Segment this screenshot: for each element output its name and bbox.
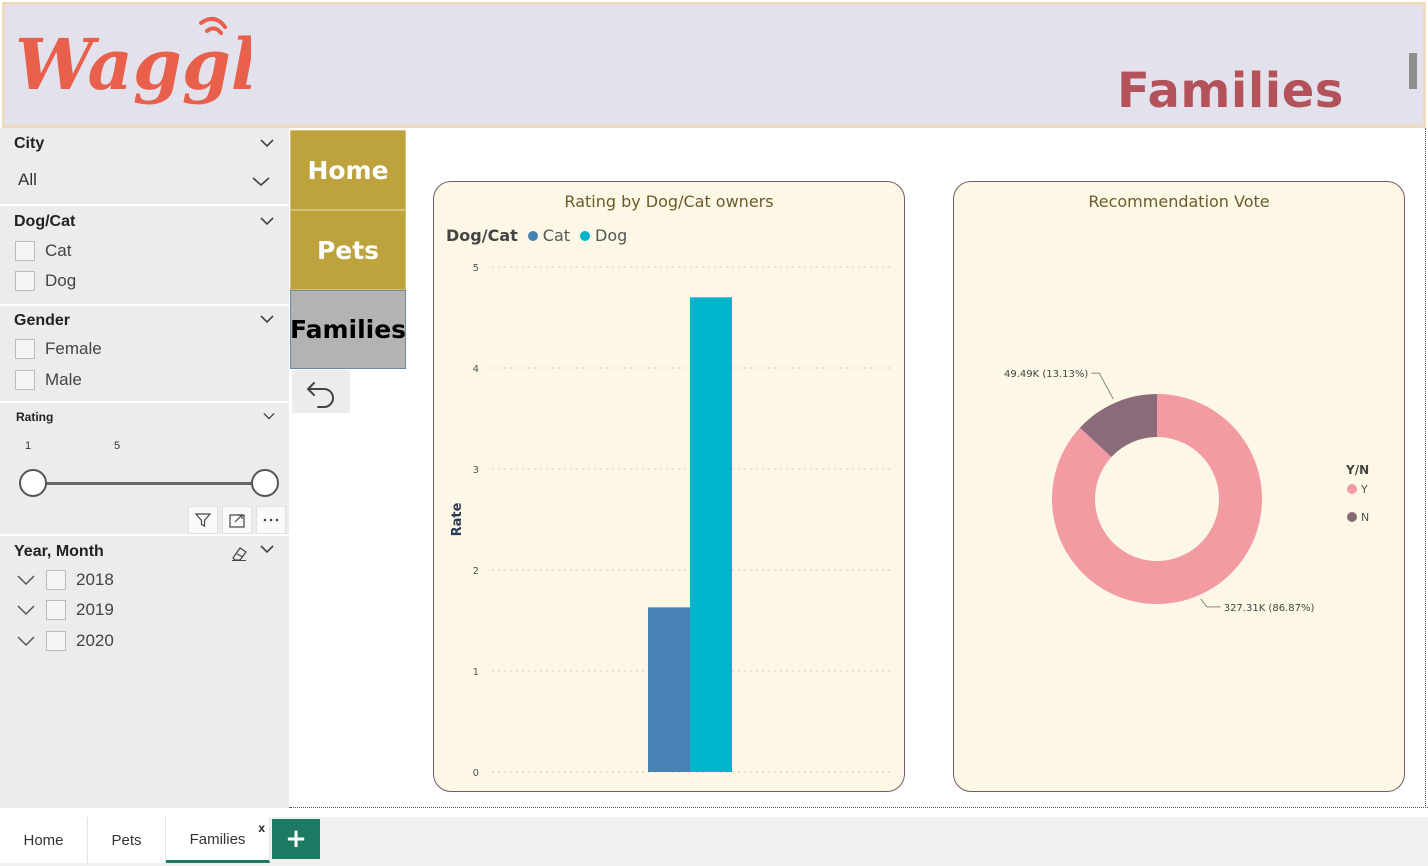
gender-slicer-title: Gender (14, 312, 71, 329)
y-tick-label: 0 (473, 768, 479, 779)
legend-label-n: N (1361, 511, 1369, 524)
checkbox[interactable] (46, 600, 66, 620)
logo-text: Waggle (15, 23, 251, 106)
waggle-logo: Waggle (15, 16, 251, 106)
city-dropdown-value[interactable]: All (18, 170, 37, 190)
dogcat-option-dog[interactable]: Dog (15, 270, 76, 292)
back-button[interactable] (292, 370, 350, 413)
chevron-down-icon[interactable] (263, 410, 275, 422)
y-tick-label: 4 (473, 364, 479, 375)
y-tick-label: 2 (473, 566, 479, 577)
nav-families-button[interactable]: Families (290, 290, 406, 369)
bar-cat (648, 607, 690, 772)
dogcat-option-cat[interactable]: Cat (15, 240, 71, 262)
chevron-down-icon[interactable] (260, 214, 274, 228)
checkbox[interactable] (15, 370, 35, 390)
chevron-down-icon[interactable] (260, 136, 274, 150)
checkbox[interactable] (15, 241, 35, 261)
nav-pets-button[interactable]: Pets (290, 210, 406, 290)
city-slicer-title: City (14, 135, 45, 152)
donut-chart-plot: 327.31K (86.87%) 49.49K (13.13%) Y/N Y N (1004, 369, 1369, 614)
expand-chevron-icon[interactable] (16, 570, 36, 590)
dogcat-slicer-title: Dog/Cat (14, 213, 76, 230)
chevron-down-icon[interactable] (260, 542, 274, 556)
donut-legend-title: Y/N (1345, 463, 1369, 477)
header-scrollbar[interactable] (1409, 53, 1417, 89)
gender-option-male[interactable]: Male (15, 369, 82, 391)
year-2020[interactable]: 2020 (16, 629, 114, 653)
rating-min-value: 1 (25, 440, 32, 452)
year-2018[interactable]: 2018 (16, 568, 114, 592)
eraser-icon[interactable] (229, 544, 249, 562)
checkbox[interactable] (46, 631, 66, 651)
focus-mode-icon[interactable] (222, 506, 252, 534)
legend-dot-y (1347, 484, 1357, 494)
tab-home[interactable]: Home (0, 817, 88, 863)
report-canvas: Waggle Families City All Dog/Cat (0, 0, 1428, 866)
page-tab-bar: Home Pets Families x + (0, 817, 1428, 866)
dogcat-slicer: Dog/Cat Cat Dog (0, 206, 289, 306)
page-title: Families (1117, 63, 1344, 119)
city-dropdown-chevron-icon[interactable] (252, 174, 270, 188)
leader-line (1091, 372, 1114, 400)
rating-slicer-title: Rating (16, 410, 54, 424)
legend-dot-n (1347, 512, 1357, 522)
tab-close-icon[interactable]: x (258, 821, 265, 835)
rating-slider-min-handle[interactable] (19, 469, 47, 497)
expand-chevron-icon[interactable] (16, 600, 36, 620)
slice-label: 49.49K (13.13%) (1004, 369, 1088, 380)
filter-pane: City All Dog/Cat Cat Dog Gender Female M… (0, 128, 289, 808)
gender-slicer: Gender Female Male (0, 306, 289, 403)
legend-label-y: Y (1360, 483, 1368, 496)
header-banner: Waggle Families (2, 2, 1426, 128)
rating-slider-track[interactable] (34, 482, 266, 485)
back-arrow-icon (307, 381, 334, 408)
slice-label: 327.31K (86.87%) (1224, 603, 1315, 614)
yearmonth-slicer-title: Year, Month (14, 543, 104, 560)
y-tick-label: 5 (473, 263, 479, 274)
checkbox[interactable] (15, 271, 35, 291)
checkbox[interactable] (46, 570, 66, 590)
filter-icon[interactable] (188, 506, 218, 534)
y-axis-label: Rate (450, 502, 465, 536)
leader-line (1200, 598, 1221, 608)
rating-bar-chart-card[interactable]: Rating by Dog/Cat owners Dog/Cat Cat Dog… (433, 181, 905, 792)
recommendation-donut-card[interactable]: Recommendation Vote 327.31K (86.87%) 49.4… (953, 181, 1405, 792)
tab-pets[interactable]: Pets (88, 817, 166, 863)
more-options-icon[interactable] (256, 506, 286, 534)
expand-chevron-icon[interactable] (16, 631, 36, 651)
nav-home-button[interactable]: Home (290, 130, 406, 210)
checkbox[interactable] (15, 339, 35, 359)
y-tick-label: 3 (473, 465, 479, 476)
tab-families[interactable]: Families x (166, 817, 270, 863)
bar-chart-plot: 0 1 2 3 4 5 Rate (450, 263, 892, 779)
rating-max-value: 5 (114, 440, 121, 452)
gender-option-female[interactable]: Female (15, 338, 102, 360)
bar-dog (690, 297, 732, 772)
rating-slider-max-handle[interactable] (251, 469, 279, 497)
chevron-down-icon[interactable] (260, 312, 274, 326)
y-tick-label: 1 (473, 667, 479, 678)
divider (0, 534, 289, 536)
year-2019[interactable]: 2019 (16, 598, 114, 622)
add-page-button[interactable]: + (272, 819, 320, 859)
city-slicer: City All (0, 128, 289, 206)
